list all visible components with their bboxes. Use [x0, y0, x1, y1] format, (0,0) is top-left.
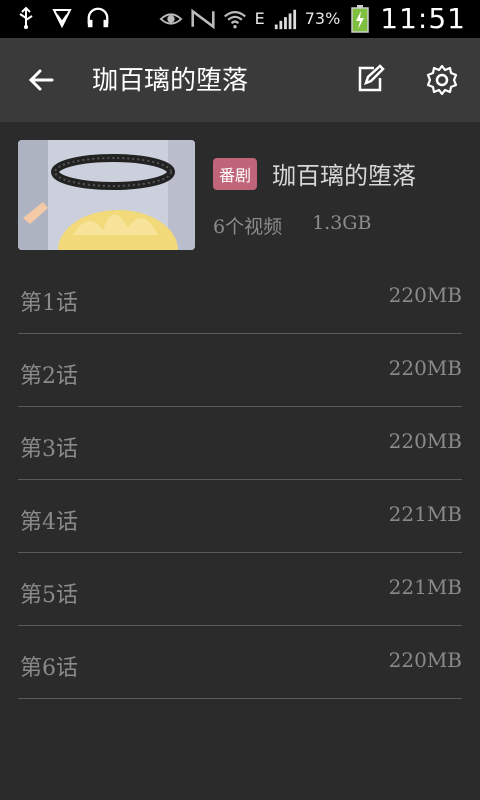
- settings-button[interactable]: [424, 62, 460, 98]
- usb-icon: [14, 6, 38, 30]
- list-item[interactable]: 第3话 220MB: [18, 407, 462, 480]
- episode-size: 220MB: [388, 356, 462, 380]
- shield-icon: [50, 6, 74, 30]
- total-size: 1.3GB: [312, 212, 372, 234]
- list-item[interactable]: 第2话 220MB: [18, 334, 462, 407]
- arrow-left-icon: [28, 69, 54, 91]
- nfc-icon: [191, 7, 215, 31]
- signal-icon: [273, 7, 297, 31]
- eye-icon: [159, 7, 183, 31]
- status-bar: E 73% 11:51: [0, 0, 480, 38]
- episode-name: 第2话: [20, 364, 78, 389]
- episode-size: 220MB: [388, 648, 462, 672]
- series-thumbnail[interactable]: [18, 140, 195, 250]
- category-badge: 番剧: [213, 158, 258, 190]
- list-item[interactable]: 第1话 220MB: [18, 261, 462, 334]
- episode-size: 220MB: [388, 429, 462, 453]
- list-item[interactable]: 第4话 221MB: [18, 480, 462, 553]
- episode-name: 第5话: [20, 583, 78, 608]
- list-item[interactable]: 第6话 220MB: [18, 626, 462, 699]
- clock: 11:51: [380, 2, 466, 35]
- gear-icon: [426, 64, 458, 96]
- episode-size: 220MB: [388, 283, 462, 307]
- battery-percent: 73%: [304, 9, 341, 28]
- series-meta: 6个视频 1.3GB: [213, 212, 371, 239]
- headphones-icon: [86, 6, 110, 30]
- back-button[interactable]: [22, 60, 62, 100]
- page-title: 珈百璃的堕落: [92, 66, 249, 96]
- episode-name: 第4话: [20, 510, 78, 535]
- episode-list: 第1话 220MB 第2话 220MB 第3话 220MB 第4话 221MB …: [18, 261, 462, 699]
- edit-icon: [358, 64, 385, 92]
- episode-size: 221MB: [388, 502, 462, 526]
- episode-name: 第1话: [20, 291, 78, 316]
- video-count: 6个视频: [213, 216, 283, 238]
- network-type-label: E: [254, 9, 265, 28]
- episode-name: 第6话: [20, 656, 78, 681]
- edit-button[interactable]: [352, 62, 388, 98]
- app-bar: 珈百璃的堕落: [0, 38, 480, 122]
- wifi-icon: [223, 7, 247, 31]
- series-title: 珈百璃的堕落: [272, 162, 416, 190]
- episode-name: 第3话: [20, 437, 78, 462]
- battery-charging-icon: [348, 4, 372, 33]
- list-item[interactable]: 第5话 221MB: [18, 553, 462, 626]
- series-header: 番剧 珈百璃的堕落 6个视频 1.3GB: [0, 122, 480, 266]
- episode-size: 221MB: [388, 575, 462, 599]
